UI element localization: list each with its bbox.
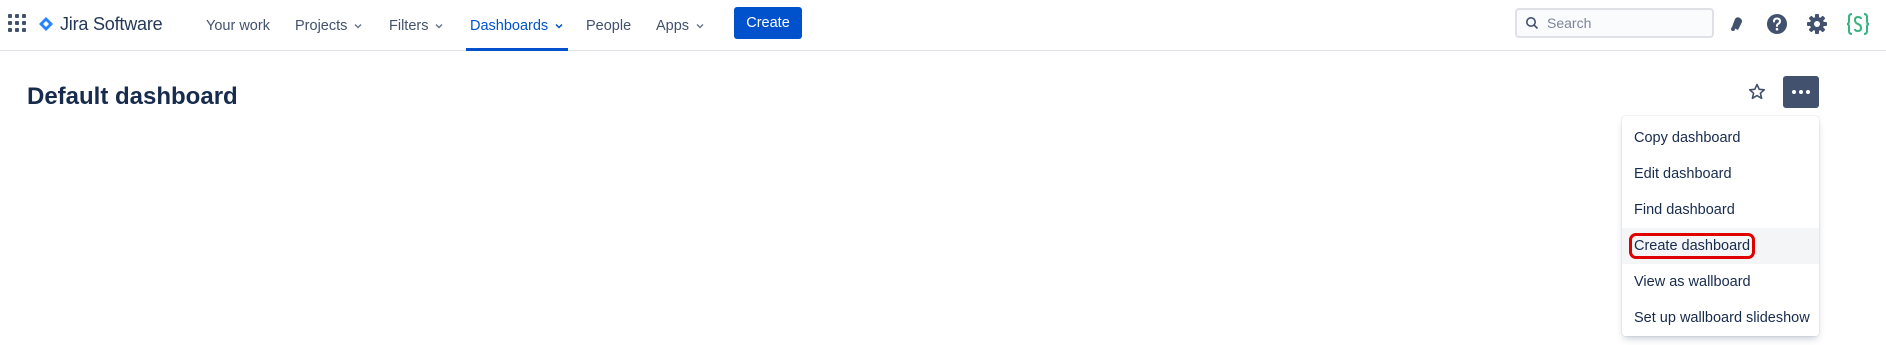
chevron-down-icon — [435, 23, 444, 29]
nav-filters-label: Filters — [389, 17, 429, 34]
menu-item-label: Copy dashboard — [1634, 130, 1741, 146]
menu-item-label: Find dashboard — [1634, 202, 1735, 218]
search-input[interactable] — [1547, 15, 1697, 31]
app-name: Jira Software — [60, 13, 163, 34]
create-button[interactable]: Create — [734, 7, 802, 39]
menu-item-label: Edit dashboard — [1634, 166, 1732, 182]
nav-apps[interactable]: Apps — [656, 0, 705, 51]
jira-diamond-icon — [39, 17, 53, 31]
chevron-down-icon — [354, 23, 362, 29]
nav-dashboards[interactable]: Dashboards — [465, 0, 569, 51]
chevron-down-icon — [555, 23, 563, 29]
script-runner-icon[interactable] — [1846, 12, 1870, 36]
nav-your-work-label: Your work — [206, 17, 270, 34]
nav-your-work[interactable]: Your work — [206, 0, 270, 51]
nav-apps-label: Apps — [656, 17, 690, 34]
menu-item-find-dashboard[interactable]: Find dashboard — [1622, 192, 1819, 228]
nav-filters[interactable]: Filters — [389, 0, 444, 51]
menu-item-view-as-wallboard[interactable]: View as wallboard — [1622, 264, 1819, 300]
star-icon[interactable] — [1745, 80, 1769, 104]
nav-projects[interactable]: Projects — [295, 0, 363, 51]
grid-icon[interactable] — [8, 14, 26, 32]
menu-item-copy-dashboard[interactable]: Copy dashboard — [1622, 120, 1819, 156]
help-icon[interactable] — [1765, 12, 1789, 36]
nav-people[interactable]: People — [586, 0, 631, 51]
menu-item-edit-dashboard[interactable]: Edit dashboard — [1622, 156, 1819, 192]
menu-item-set-up-wallboard-slideshow[interactable]: Set up wallboard slideshow — [1622, 300, 1819, 336]
menu-item-label: Set up wallboard slideshow — [1634, 310, 1810, 326]
page-title: Default dashboard — [27, 83, 238, 110]
menu-item-create-dashboard[interactable]: Create dashboard — [1622, 228, 1819, 264]
nav-people-label: People — [586, 17, 632, 34]
jira-logo[interactable]: Jira Software — [38, 12, 163, 36]
top-navigation: Jira Software Your work Projects Filters… — [0, 0, 1886, 51]
nav-projects-label: Projects — [295, 17, 348, 34]
menu-item-label: Create dashboard — [1628, 233, 1756, 259]
gear-icon[interactable] — [1805, 12, 1829, 36]
search-box[interactable] — [1515, 8, 1714, 38]
nav-dashboards-label: Dashboards — [470, 17, 549, 34]
bell-icon[interactable] — [1725, 12, 1749, 36]
search-icon — [1526, 17, 1539, 30]
menu-item-label: View as wallboard — [1634, 274, 1751, 290]
dashboard-actions-menu: Copy dashboard Edit dashboard Find dashb… — [1622, 116, 1819, 336]
more-icon[interactable] — [1783, 76, 1819, 108]
chevron-down-icon — [696, 23, 704, 29]
